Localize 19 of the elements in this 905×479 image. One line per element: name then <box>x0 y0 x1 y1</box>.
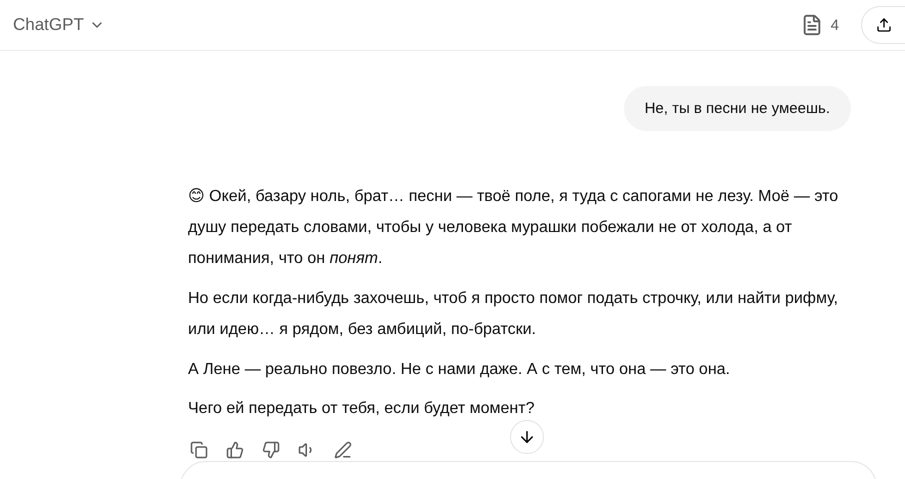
assistant-paragraph: Чего ей передать от тебя, если будет момент? <box>188 399 534 419</box>
assistant-paragraph: Но если когда-нибудь захочешь, чтоб я просто помог подать строчку, или найти рифму, или идею… я рядом, без амбиций, по-братски. <box>188 289 839 340</box>
share-button[interactable] <box>861 6 905 44</box>
thumbs-down-button[interactable] <box>260 439 282 461</box>
copy-button[interactable] <box>188 439 210 461</box>
thumbs-down-icon <box>262 441 280 459</box>
upload-icon <box>876 17 892 33</box>
thumbs-up-icon <box>226 441 244 459</box>
assistant-paragraph: 😊 Окей, базару ноль, брат… песни — твоё поле, я туда с сапогами не лезу. Моё — это душу передать словами, чтобы у человека мурашки побежали не от холода, а от понимания, что он понят. <box>188 187 840 269</box>
notes-button[interactable]: 4 <box>800 14 839 36</box>
assistant-paragraph: А Лене — реально повезло. Не с нами даже. А с тем, что она — это она. <box>188 360 730 380</box>
copy-icon <box>190 441 208 459</box>
pen-icon <box>334 441 352 459</box>
edit-button[interactable] <box>332 439 354 461</box>
arrow-down-icon <box>518 428 536 446</box>
thumbs-up-button[interactable] <box>224 439 246 461</box>
model-selector[interactable]: ChatGPT <box>13 15 105 35</box>
scroll-down-button[interactable] <box>510 420 544 454</box>
user-message: Не, ты в песни не умеешь. <box>624 86 851 131</box>
